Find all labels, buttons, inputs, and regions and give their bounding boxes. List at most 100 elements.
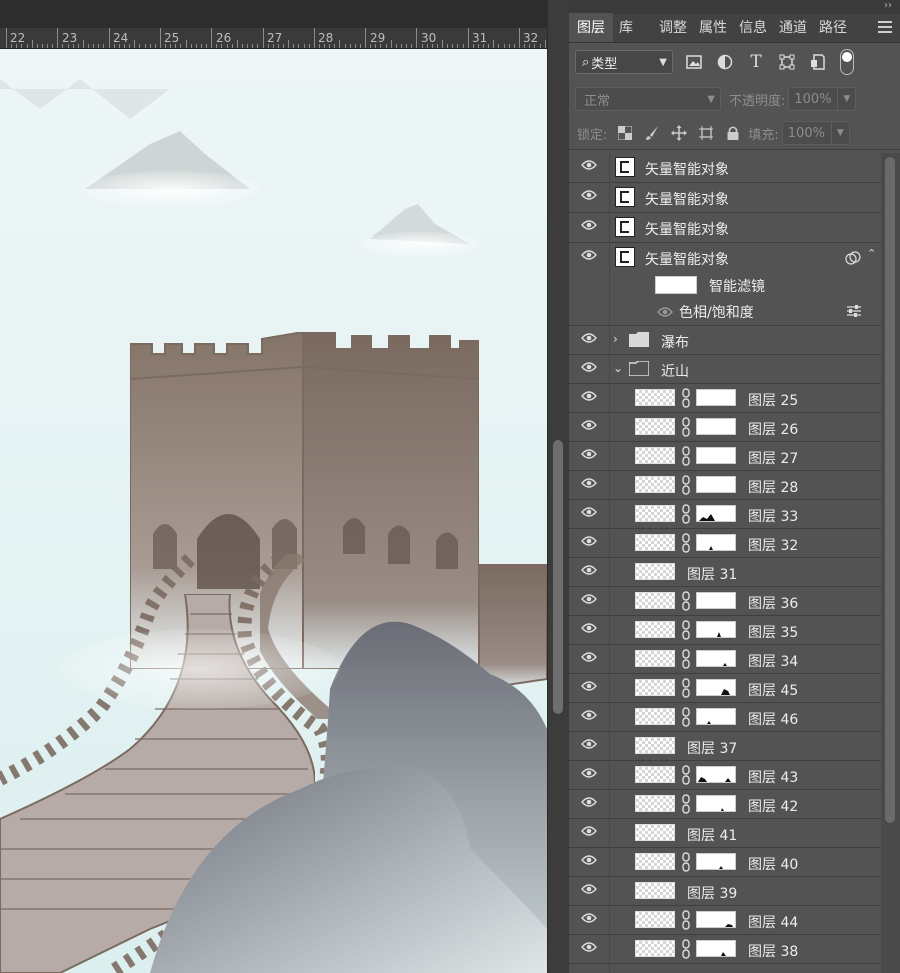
layer-row[interactable]: 图层 38 (569, 935, 881, 964)
visibility-toggle[interactable] (569, 213, 610, 242)
layer-row[interactable]: 图层 31 (569, 558, 881, 587)
visibility-toggle[interactable] (569, 529, 610, 557)
tab-properties[interactable]: 属性 (693, 17, 733, 42)
lock-transparent-pixels-icon[interactable] (616, 124, 634, 142)
layer-mask-thumbnail[interactable] (696, 447, 736, 464)
chevron-down-icon[interactable]: ⌄ (613, 361, 623, 375)
layer-row[interactable]: 图层 34 (569, 645, 881, 674)
link-icon[interactable] (681, 852, 691, 872)
canvas-area[interactable]: 22 23 24 25 26 27 28 29 30 31 32 (0, 0, 547, 973)
fill-input[interactable]: 100% (781, 121, 832, 145)
layer-thumbnail[interactable] (635, 679, 675, 696)
layer-row[interactable]: 图层 33 (569, 500, 881, 529)
layer-row[interactable]: 矢量智能对象 ⌃ 智能滤镜 色相/饱和度 (569, 243, 881, 326)
tab-libraries[interactable]: 库 (613, 17, 639, 42)
lock-position-icon[interactable] (670, 124, 688, 142)
layer-mask-thumbnail[interactable] (696, 418, 736, 435)
chevron-up-icon[interactable]: ⌃ (867, 247, 876, 260)
layer-thumbnail[interactable] (635, 476, 675, 493)
layer-thumbnail[interactable] (635, 940, 675, 957)
link-icon[interactable] (681, 446, 691, 466)
visibility-toggle[interactable] (569, 790, 610, 818)
horizontal-ruler[interactable]: 22 23 24 25 26 27 28 29 30 31 32 (0, 28, 547, 49)
link-icon[interactable] (681, 910, 691, 930)
layer-mask-thumbnail[interactable] (696, 592, 736, 609)
link-icon[interactable] (681, 678, 691, 698)
visibility-toggle[interactable] (569, 471, 610, 499)
layer-row[interactable]: 图层 36 (569, 587, 881, 616)
layer-thumbnail[interactable] (635, 650, 675, 667)
layer-row[interactable]: 图层 37 (569, 732, 881, 761)
layer-row[interactable]: 图层 28 (569, 471, 881, 500)
blend-mode-select[interactable]: 正常 ▼ (575, 87, 721, 111)
layer-row[interactable]: 图层 32 (569, 529, 881, 558)
layer-row[interactable]: 图层 26 (569, 413, 881, 442)
layer-row[interactable]: 图层 46 (569, 703, 881, 732)
layer-mask-thumbnail[interactable] (696, 505, 736, 522)
visibility-toggle[interactable] (569, 587, 610, 615)
eye-icon[interactable] (657, 307, 673, 317)
layer-thumbnail[interactable] (635, 621, 675, 638)
visibility-toggle[interactable] (569, 616, 610, 644)
shape-layer-filter-icon[interactable] (777, 52, 797, 72)
visibility-toggle[interactable] (569, 761, 610, 789)
type-layer-filter-icon[interactable]: T (746, 52, 766, 72)
layer-thumbnail[interactable] (635, 389, 675, 406)
visibility-toggle[interactable] (569, 877, 610, 905)
layer-thumbnail[interactable] (635, 447, 675, 464)
layer-row[interactable]: 矢量智能对象 (569, 213, 881, 243)
layer-thumbnail[interactable] (635, 708, 675, 725)
chevron-down-icon[interactable]: ▼ (831, 121, 850, 145)
visibility-toggle[interactable] (569, 906, 610, 934)
layer-mask-thumbnail[interactable] (696, 766, 736, 783)
layer-mask-thumbnail[interactable] (696, 911, 736, 928)
visibility-toggle[interactable] (569, 442, 610, 470)
visibility-toggle[interactable] (569, 703, 610, 731)
layer-mask-thumbnail[interactable] (696, 476, 736, 493)
visibility-toggle[interactable] (569, 183, 610, 212)
visibility-toggle[interactable] (569, 500, 610, 528)
layer-thumbnail[interactable] (635, 824, 675, 841)
tab-adjustments[interactable]: 调整 (653, 17, 693, 42)
layer-row[interactable]: 图层 41 (569, 819, 881, 848)
link-icon[interactable] (681, 388, 691, 408)
panel-menu-icon[interactable] (878, 21, 892, 33)
layer-row[interactable]: 图层 25 (569, 384, 881, 413)
link-icon[interactable] (681, 504, 691, 524)
filter-toggle[interactable] (840, 49, 854, 75)
layer-row[interactable] (569, 964, 881, 973)
tab-layers[interactable]: 图层 (569, 13, 613, 42)
layer-thumbnail[interactable] (635, 795, 675, 812)
layer-thumbnail[interactable] (635, 882, 675, 899)
layer-row[interactable]: 矢量智能对象 (569, 183, 881, 213)
layer-mask-thumbnail[interactable] (696, 679, 736, 696)
link-icon[interactable] (681, 620, 691, 640)
visibility-toggle[interactable] (569, 732, 610, 760)
visibility-toggle[interactable] (569, 326, 610, 354)
smart-filter-mask-thumbnail[interactable] (655, 276, 697, 294)
link-icon[interactable] (681, 533, 691, 553)
layer-mask-thumbnail[interactable] (696, 650, 736, 667)
layer-row[interactable]: 图层 39 (569, 877, 881, 906)
layer-thumbnail[interactable] (635, 563, 675, 580)
layer-mask-thumbnail[interactable] (696, 795, 736, 812)
layer-mask-thumbnail[interactable] (696, 708, 736, 725)
filter-options-icon[interactable] (846, 304, 862, 318)
lock-artboard-icon[interactable] (697, 124, 715, 142)
link-icon[interactable] (681, 417, 691, 437)
layer-thumbnail[interactable] (635, 418, 675, 435)
visibility-toggle[interactable] (569, 935, 610, 963)
layer-list-scrollbar[interactable] (881, 153, 900, 973)
tab-info[interactable]: 信息 (733, 17, 773, 42)
layer-group-row[interactable]: › 瀑布 (569, 326, 881, 355)
canvas-vertical-scrollbar[interactable] (547, 0, 570, 973)
chevron-down-icon[interactable]: ▼ (838, 87, 857, 111)
layer-row[interactable]: 图层 44 (569, 906, 881, 935)
link-icon[interactable] (681, 591, 691, 611)
layer-thumbnail[interactable] (635, 766, 675, 783)
link-icon[interactable] (681, 707, 691, 727)
link-icon[interactable] (681, 794, 691, 814)
layer-mask-thumbnail[interactable] (696, 940, 736, 957)
visibility-toggle[interactable] (569, 819, 610, 847)
layer-thumbnail[interactable] (635, 592, 675, 609)
